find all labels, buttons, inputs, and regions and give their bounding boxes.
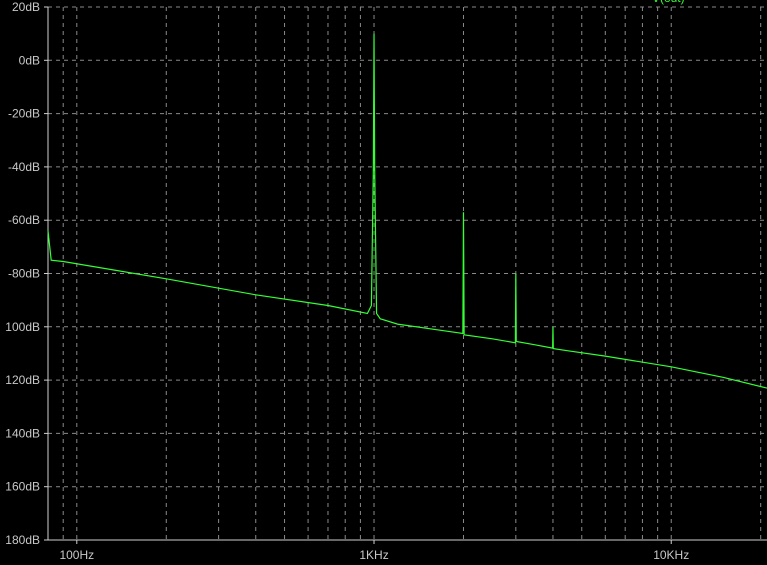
y-tick-label: 100dB xyxy=(5,320,40,334)
x-tick-label: 100Hz xyxy=(59,548,94,562)
x-tick-label: 10KHz xyxy=(653,548,689,562)
legend-label-vout: V(out) xyxy=(652,0,685,5)
plot-grid xyxy=(47,6,767,541)
y-tick-label: -20dB xyxy=(8,107,40,121)
y-tick-label: -40dB xyxy=(8,160,40,174)
spectrum-plot: 20dB 0dB -20dB -40dB -60dB -80dB 100dB 120dB 140… xyxy=(5,0,767,562)
y-tick-label: 160dB xyxy=(5,480,40,494)
series-line-vout xyxy=(47,33,767,389)
series-layer xyxy=(47,33,767,389)
y-tick-label: -60dB xyxy=(8,213,40,227)
y-tick-label: 0dB xyxy=(19,53,40,67)
y-tick-label: 120dB xyxy=(5,373,40,387)
legend: V(out) xyxy=(652,0,685,5)
y-axis-ticks: 20dB 0dB -20dB -40dB -60dB -80dB 100dB 120dB 140… xyxy=(5,0,48,547)
x-tick-label: 1KHz xyxy=(359,548,388,562)
y-tick-label: -80dB xyxy=(8,267,40,281)
y-tick-label: 20dB xyxy=(12,0,40,14)
y-tick-label: 180dB xyxy=(5,533,40,547)
y-tick-label: 140dB xyxy=(5,426,40,440)
x-axis-ticks: 100Hz 1KHz 10KHz xyxy=(59,540,689,562)
